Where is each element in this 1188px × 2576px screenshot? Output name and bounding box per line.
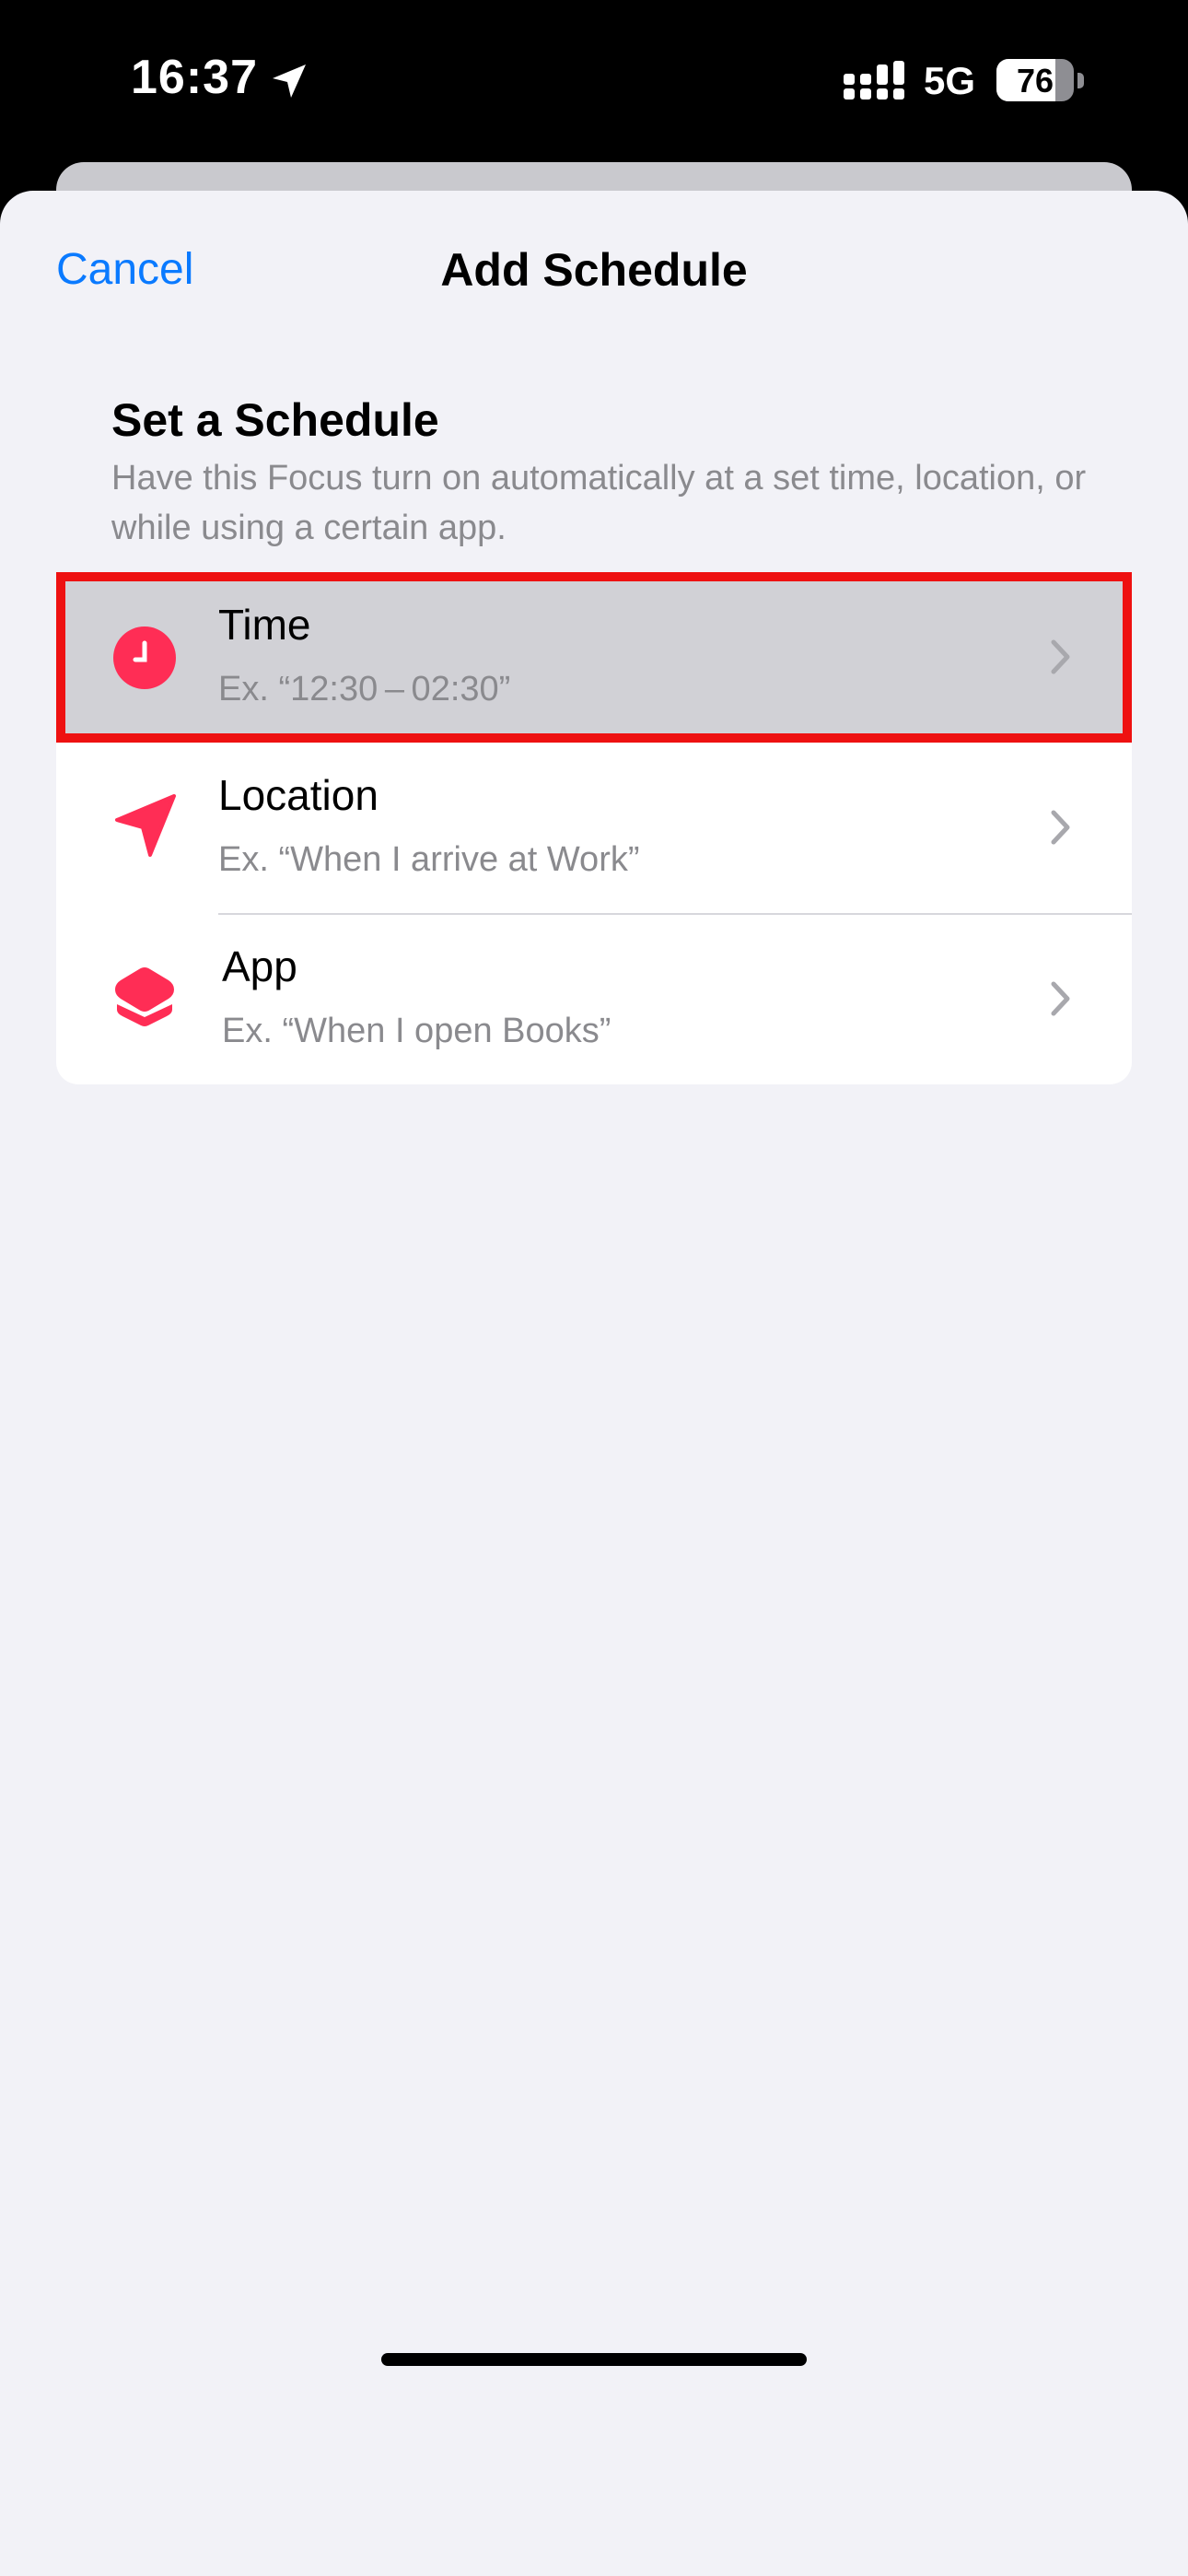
location-option-title: Location [218, 771, 379, 819]
location-arrow-icon [273, 64, 306, 98]
app-option-title: App [222, 943, 297, 990]
location-option-subtitle: Ex. “When I arrive at Work” [218, 840, 640, 879]
chevron-right-icon [1051, 810, 1070, 845]
network-label: 5G [924, 59, 976, 102]
schedule-options-list: Time Ex. “12:30 – 02:30” Location Ex. “W… [56, 572, 1132, 1084]
time-option-title: Time [218, 601, 311, 649]
clock-icon [113, 626, 176, 689]
home-indicator[interactable] [381, 2353, 807, 2366]
location-arrow-icon [115, 794, 176, 857]
battery-body: 76 [996, 59, 1074, 101]
time-option-row[interactable]: Time Ex. “12:30 – 02:30” [56, 572, 1132, 743]
time-option-subtitle: Ex. “12:30 – 02:30” [218, 670, 511, 708]
add-schedule-sheet: Cancel Add Schedule Set a Schedule Have … [0, 191, 1188, 2576]
section-title: Set a Schedule [111, 394, 439, 446]
location-option-row[interactable]: Location Ex. “When I arrive at Work” [56, 743, 1132, 913]
chevron-right-icon [1051, 639, 1070, 674]
section-description: Have this Focus turn on automatically at… [111, 459, 1087, 547]
app-option-subtitle: Ex. “When I open Books” [222, 1012, 611, 1050]
app-layers-icon [115, 967, 174, 1026]
chevron-right-icon [1051, 981, 1070, 1016]
status-bar: 16:37 5G 76 [0, 0, 1188, 162]
app-option-row[interactable]: App Ex. “When I open Books” [56, 914, 1132, 1084]
battery-icon: 76 [996, 59, 1085, 103]
status-time: 16:37 [131, 51, 258, 104]
battery-cap [1077, 73, 1084, 88]
signal-icon [844, 61, 904, 100]
battery-level: 76 [1016, 62, 1054, 100]
page-title: Add Schedule [440, 244, 748, 296]
